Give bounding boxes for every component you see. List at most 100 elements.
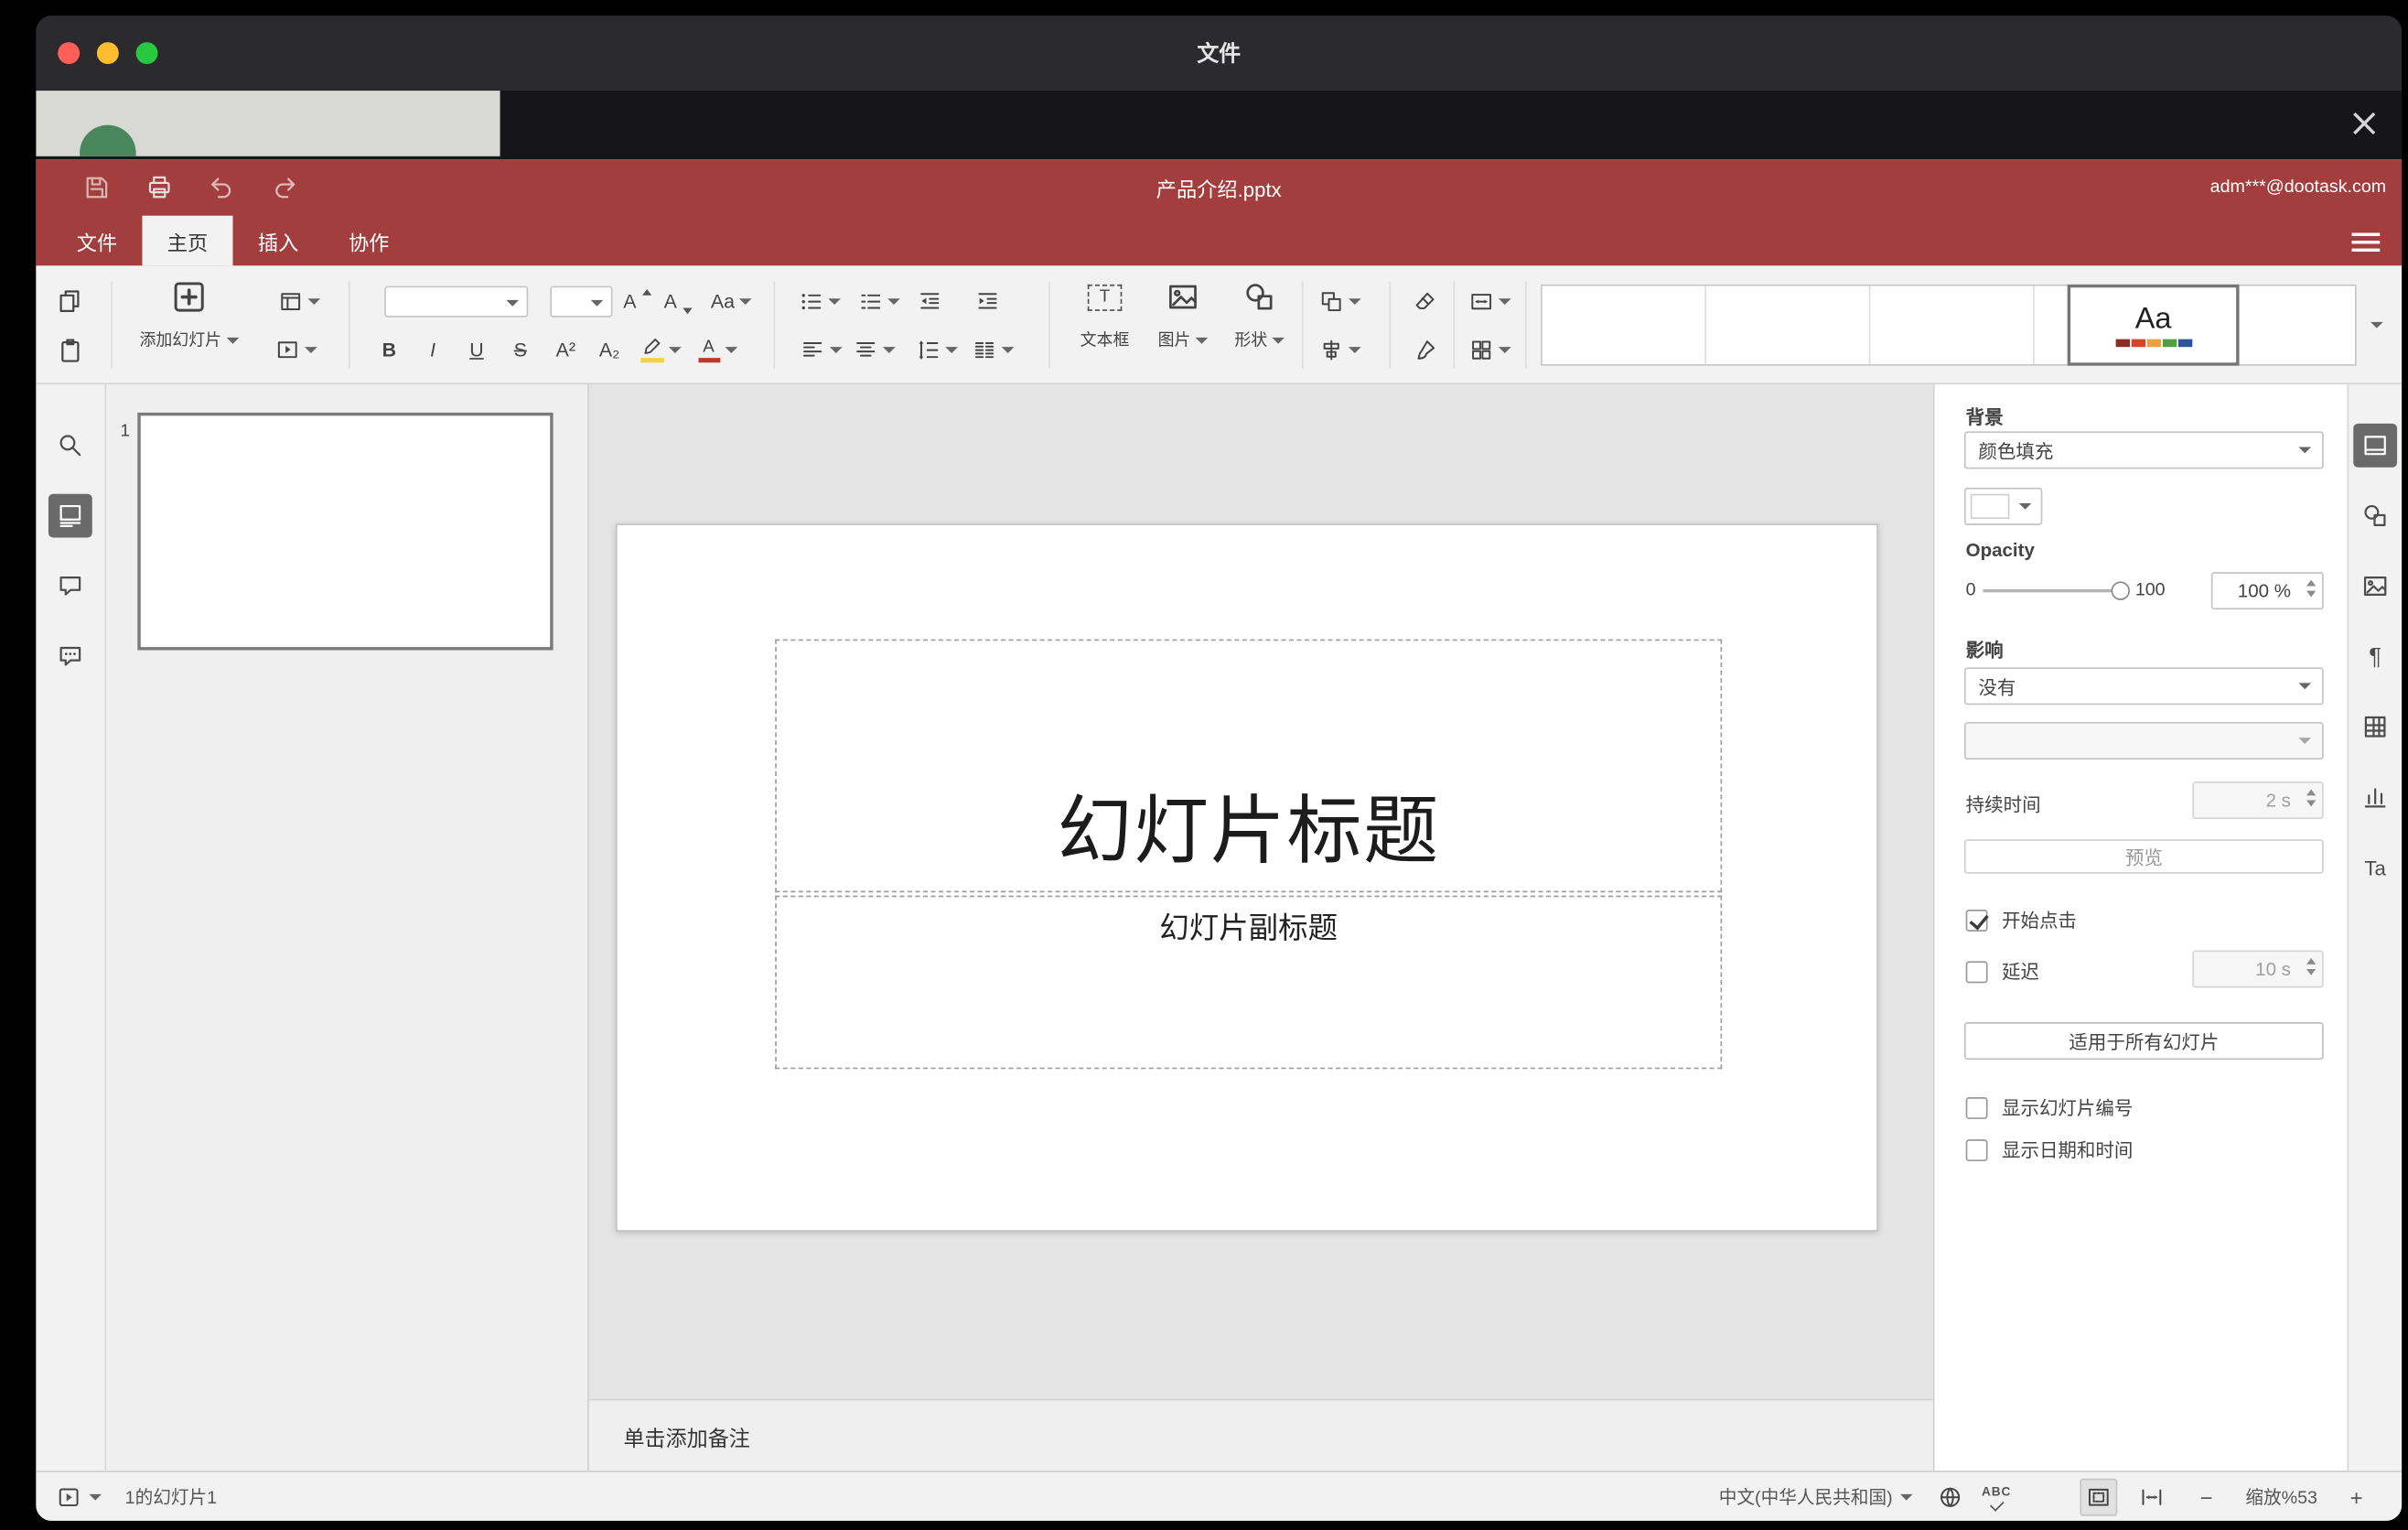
background-page-fragment bbox=[36, 91, 500, 156]
background-color-swatch[interactable] bbox=[1963, 487, 2043, 525]
align-shape-button[interactable] bbox=[1313, 331, 1366, 369]
slide[interactable]: 幻灯片标题 幻灯片副标题 bbox=[615, 523, 1879, 1232]
opacity-input[interactable]: 100 % bbox=[2210, 572, 2324, 610]
fit-width-button[interactable] bbox=[2133, 1478, 2170, 1515]
insert-textbox-button[interactable]: T 文本框 bbox=[1069, 272, 1141, 375]
increase-indent-button[interactable] bbox=[967, 283, 1007, 320]
highlighter-icon bbox=[640, 338, 664, 363]
insert-image-button[interactable]: 图片 bbox=[1147, 272, 1220, 375]
tab-file[interactable]: 文件 bbox=[51, 216, 142, 266]
font-name-select[interactable] bbox=[384, 286, 529, 318]
change-case-button[interactable]: Aa bbox=[704, 283, 758, 320]
underline-button[interactable]: U bbox=[457, 331, 495, 369]
copy-button[interactable] bbox=[51, 283, 89, 320]
slide-settings-tab[interactable] bbox=[2353, 423, 2398, 468]
show-slide-number-checkbox[interactable] bbox=[1965, 1096, 1988, 1119]
start-slideshow-button[interactable] bbox=[270, 331, 320, 369]
document-language-button[interactable] bbox=[1938, 1484, 1962, 1509]
subtitle-placeholder[interactable]: 幻灯片副标题 bbox=[775, 895, 1723, 1070]
slides-tab-button[interactable] bbox=[48, 493, 92, 538]
opacity-slider[interactable] bbox=[1983, 580, 2131, 602]
chart-icon bbox=[2364, 788, 2386, 808]
opacity-spinner[interactable] bbox=[2306, 579, 2317, 598]
paste-button[interactable] bbox=[51, 331, 89, 369]
add-slide-button[interactable]: 添加幻灯片 bbox=[130, 272, 249, 375]
font-color-button[interactable]: A bbox=[693, 331, 743, 369]
delay-spinner[interactable] bbox=[2306, 958, 2317, 975]
color-scheme-button[interactable] bbox=[1463, 331, 1516, 369]
slide-thumbnail[interactable] bbox=[137, 412, 554, 651]
slide-title-text[interactable]: 幻灯片标题 bbox=[1057, 769, 1439, 878]
line-spacing-button[interactable] bbox=[911, 331, 962, 369]
duration-input[interactable]: 2 s bbox=[2192, 781, 2324, 819]
theme-item[interactable] bbox=[1706, 286, 1871, 364]
textart-settings-tab[interactable]: Ta bbox=[2353, 846, 2397, 889]
delay-checkbox[interactable] bbox=[1965, 960, 1988, 983]
slider-knob[interactable] bbox=[2112, 581, 2131, 600]
preview-button[interactable]: 预览 bbox=[1963, 839, 2324, 874]
start-on-click-checkbox[interactable] bbox=[1965, 909, 1988, 932]
effect-select[interactable]: 没有 bbox=[1963, 667, 2324, 706]
show-date-time-checkbox[interactable] bbox=[1965, 1138, 1988, 1161]
title-placeholder[interactable]: 幻灯片标题 bbox=[775, 639, 1723, 893]
font-size-select[interactable] bbox=[550, 286, 613, 318]
paragraph-settings-tab[interactable]: ¶ bbox=[2353, 634, 2397, 678]
delay-input[interactable]: 10 s bbox=[2192, 950, 2324, 988]
fit-slide-button[interactable] bbox=[2080, 1477, 2118, 1515]
insert-columns-button[interactable] bbox=[967, 331, 1017, 369]
chart-settings-tab[interactable] bbox=[2353, 775, 2397, 819]
bullets-button[interactable] bbox=[794, 283, 844, 320]
notes-area[interactable]: 单击添加备注 bbox=[588, 1398, 1933, 1471]
slide-size-button[interactable] bbox=[1463, 283, 1516, 320]
decrease-font-button[interactable]: A bbox=[658, 283, 698, 320]
close-window-button[interactable] bbox=[58, 42, 81, 65]
decrease-indent-button[interactable] bbox=[909, 283, 950, 320]
close-icon[interactable] bbox=[2339, 99, 2390, 149]
slide-layout-button[interactable] bbox=[274, 283, 324, 320]
insert-shape-button[interactable]: 形状 bbox=[1223, 272, 1295, 375]
subscript-button[interactable]: A₂ bbox=[589, 331, 629, 369]
tab-collaboration[interactable]: 协作 bbox=[324, 216, 414, 266]
horizontal-align-button[interactable] bbox=[795, 331, 845, 369]
slider-track[interactable] bbox=[1983, 588, 2128, 593]
effect-label: 影响 bbox=[1965, 639, 2004, 662]
theme-item[interactable] bbox=[1870, 286, 2035, 364]
bold-button[interactable]: B bbox=[371, 331, 408, 369]
numbering-button[interactable] bbox=[854, 283, 904, 320]
zoom-out-button[interactable]: − bbox=[2192, 1484, 2220, 1509]
zoom-window-button[interactable] bbox=[135, 42, 158, 65]
theme-item[interactable] bbox=[1542, 286, 1707, 364]
image-settings-tab[interactable] bbox=[2353, 565, 2397, 609]
start-slideshow-status-button[interactable] bbox=[56, 1484, 81, 1509]
strikeout-button[interactable]: S bbox=[501, 331, 539, 369]
highlight-color-button[interactable] bbox=[636, 331, 686, 369]
menu-icon[interactable] bbox=[2349, 228, 2383, 253]
language-select[interactable]: 中文(中华人民共和国) bbox=[1719, 1484, 1913, 1509]
clear-style-button[interactable] bbox=[1404, 283, 1445, 320]
copy-style-button[interactable] bbox=[1404, 331, 1445, 369]
background-fill-select[interactable]: 颜色填充 bbox=[1963, 431, 2324, 469]
search-button[interactable] bbox=[48, 424, 92, 468]
chat-button[interactable] bbox=[48, 634, 92, 678]
apply-all-button[interactable]: 适用于所有幻灯片 bbox=[1963, 1022, 2324, 1061]
arrange-shape-button[interactable] bbox=[1313, 283, 1366, 320]
comments-button[interactable] bbox=[48, 565, 92, 609]
tab-insert[interactable]: 插入 bbox=[233, 216, 324, 266]
italic-button[interactable]: I bbox=[414, 331, 452, 369]
theme-item-selected[interactable]: Aa bbox=[2067, 284, 2240, 366]
minimize-window-button[interactable] bbox=[96, 42, 119, 65]
slide-subtitle-text[interactable]: 幻灯片副标题 bbox=[1159, 905, 1338, 947]
table-settings-tab[interactable] bbox=[2353, 705, 2397, 749]
slide-canvas[interactable]: 幻灯片标题 幻灯片副标题 bbox=[588, 384, 1933, 1399]
superscript-button[interactable]: A² bbox=[545, 331, 586, 369]
increase-font-button[interactable]: A bbox=[618, 283, 658, 320]
shape-settings-tab[interactable] bbox=[2353, 494, 2397, 538]
slideshow-options-chevron-icon[interactable] bbox=[89, 1492, 102, 1500]
duration-spinner[interactable] bbox=[2306, 789, 2317, 807]
theme-gallery-expand-button[interactable] bbox=[2358, 307, 2395, 344]
spellcheck-button[interactable]: ABC bbox=[1982, 1485, 2011, 1511]
effect-type-select[interactable] bbox=[1963, 722, 2324, 760]
vertical-align-button[interactable] bbox=[848, 331, 898, 369]
tab-home[interactable]: 主页 bbox=[142, 215, 233, 266]
zoom-in-button[interactable]: + bbox=[2342, 1484, 2370, 1509]
